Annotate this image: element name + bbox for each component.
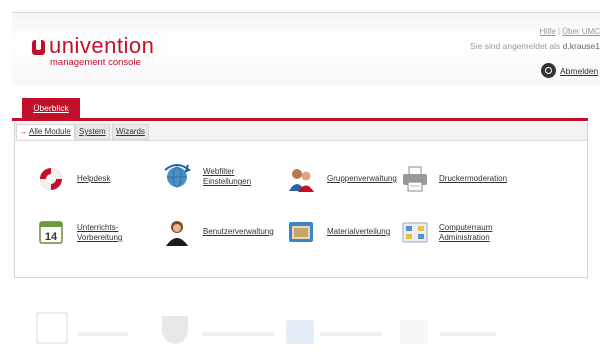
category-wizards-label: Wizards (116, 127, 145, 136)
module-helpdesk-label: Helpdesk (77, 174, 111, 183)
category-wizards[interactable]: Wizards (112, 124, 149, 140)
printer-icon (403, 166, 427, 192)
logo-subtitle: management console (50, 57, 141, 68)
module-group-management[interactable]: Gruppenverwaltung (287, 165, 407, 195)
module-helpdesk[interactable]: Helpdesk (37, 165, 157, 195)
module-printer-moderation[interactable]: Druckermoderation (401, 165, 521, 195)
category-system-label: System (79, 127, 106, 136)
group-icon (289, 169, 314, 192)
module-printer-moderation-label: Druckermoderation (439, 174, 508, 183)
module-lesson-preparation-label: Unterrichts- Vorbereitung (77, 223, 123, 242)
folder-icon-reflection (286, 320, 314, 344)
label-reflection (320, 332, 382, 336)
module-reflection (0, 300, 600, 354)
power-icon[interactable] (541, 63, 556, 78)
computer-room-icon (402, 222, 428, 243)
calendar-day: 14 (45, 231, 58, 243)
logout-link[interactable]: Abmelden (560, 66, 598, 76)
module-webfilter[interactable]: Webfilter Einstellungen (163, 162, 283, 192)
about-umc-link[interactable]: Über UMC (562, 27, 600, 36)
tab-underline (12, 118, 588, 121)
module-lesson-preparation[interactable]: 14 Unterrichts- Vorbereitung (37, 218, 157, 248)
login-status: Sie sind angemeldet als d.krause1 (470, 41, 600, 51)
module-computer-room-label: Computerraum Administration (439, 223, 493, 242)
module-computer-room[interactable]: Computerraum Administration (401, 218, 521, 248)
logo-text: univention (49, 33, 155, 58)
globe-arrows-icon (164, 164, 191, 188)
module-webfilter-label: Webfilter Einstellungen (203, 167, 252, 186)
calendar-icon-reflection (36, 312, 68, 344)
lifebuoy-icon (40, 168, 62, 190)
label-reflection (440, 332, 496, 336)
username: d.krause1 (562, 41, 600, 51)
module-panel: ↔ Alle Module System Wizards Helpdesk Web… (14, 122, 588, 278)
label-reflection (78, 332, 128, 336)
login-prefix: Sie sind angemeldet als (470, 41, 561, 51)
folder-icon (289, 222, 313, 242)
double-arrow-icon: ↔ (20, 129, 27, 136)
module-group-management-label: Gruppenverwaltung (327, 174, 397, 183)
category-bar: ↔ Alle Module System Wizards (15, 122, 587, 141)
category-all-modules-label: Alle Module (29, 127, 71, 136)
label-reflection (202, 332, 274, 336)
help-link[interactable]: Hilfe (540, 27, 556, 36)
module-material-distribution[interactable]: Materialverteilung (287, 218, 407, 248)
top-links: Hilfe | Über UMC (540, 27, 600, 36)
tab-overview[interactable]: Überblick (22, 98, 80, 118)
univention-logo-mark (32, 40, 45, 55)
module-material-distribution-label: Materialverteilung (327, 227, 391, 236)
category-all-modules[interactable]: ↔ Alle Module (16, 124, 75, 139)
user-icon (166, 221, 188, 246)
category-system[interactable]: System (75, 124, 110, 140)
calendar-icon: 14 (39, 221, 63, 244)
user-icon-reflection (162, 316, 188, 344)
tab-bar: Überblick (12, 98, 588, 120)
module-user-management[interactable]: Benutzerverwaltung (163, 218, 283, 248)
header-bar: univention management console Hilfe | Üb… (12, 12, 600, 85)
computer-room-icon-reflection (400, 320, 428, 344)
module-user-management-label: Benutzerverwaltung (203, 227, 274, 236)
